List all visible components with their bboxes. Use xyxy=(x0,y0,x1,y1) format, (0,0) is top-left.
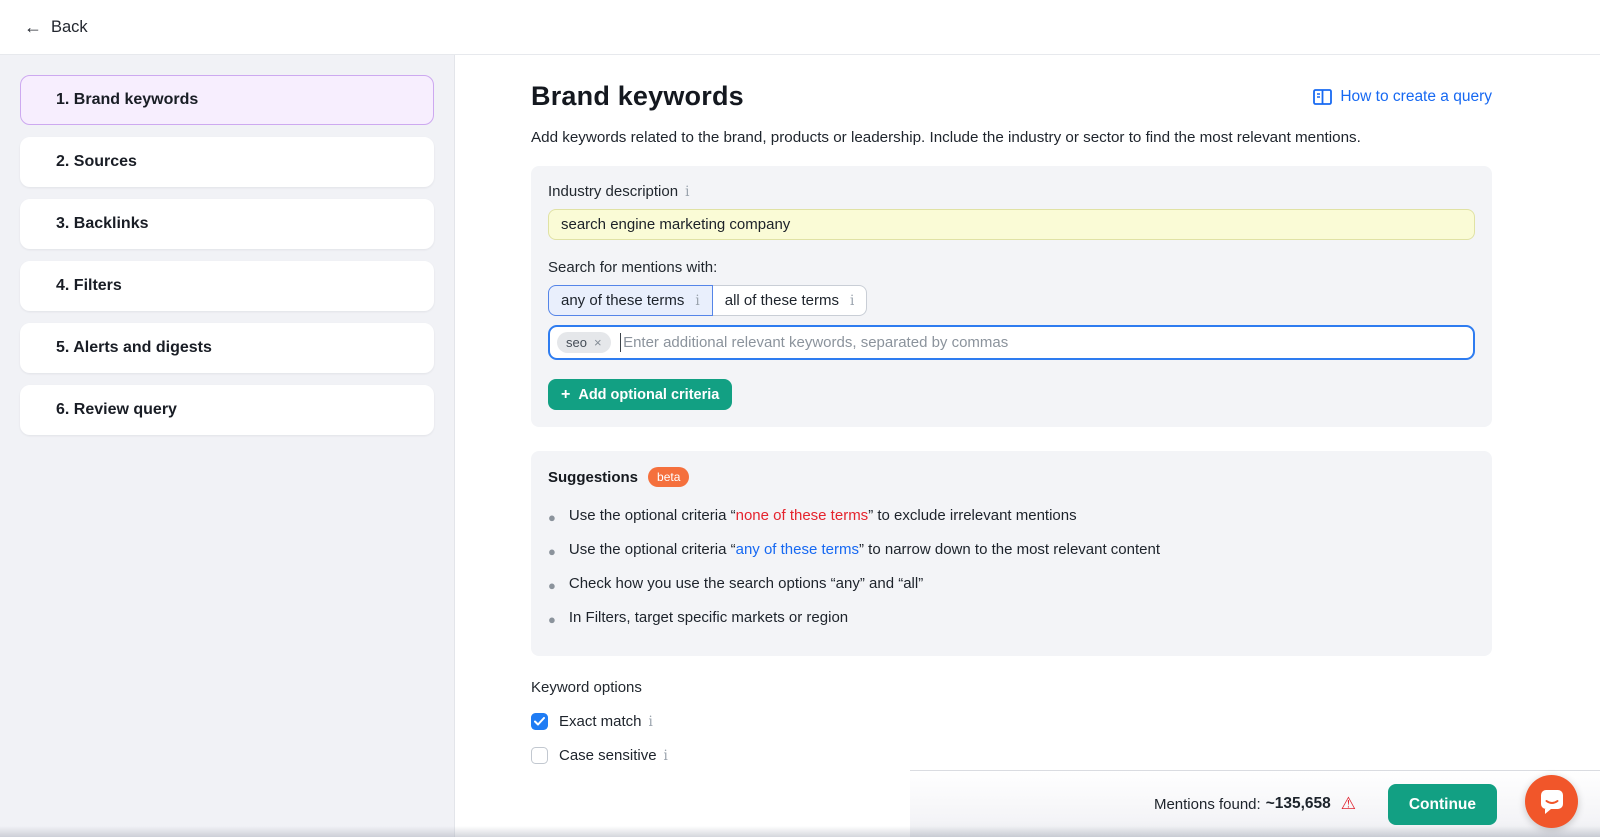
beta-badge: beta xyxy=(648,467,689,487)
main-panel: Brand keywords How to create a query Add… xyxy=(455,55,1600,837)
industry-description-value: search engine marketing company xyxy=(561,216,790,233)
checkmark-icon xyxy=(534,717,545,726)
case-sensitive-label: Case sensitive xyxy=(559,747,657,764)
topbar: ← Back xyxy=(0,0,1600,55)
toggle-all-of-these-terms[interactable]: all of these terms i xyxy=(713,285,868,316)
info-icon[interactable]: i xyxy=(695,293,699,309)
info-icon[interactable]: i xyxy=(664,748,668,764)
page-title: Brand keywords xyxy=(531,81,744,112)
sidebar-step-alerts-digests[interactable]: 5. Alerts and digests xyxy=(20,323,434,373)
mentions-label: Mentions found: xyxy=(1154,796,1261,813)
sidebar-step-filters[interactable]: 4. Filters xyxy=(20,261,434,311)
remove-tag-icon[interactable]: × xyxy=(594,335,602,350)
info-icon[interactable]: i xyxy=(649,714,653,730)
keyword-options-title: Keyword options xyxy=(531,679,1492,696)
back-arrow-icon: ← xyxy=(24,18,42,36)
sidebar-step-sources[interactable]: 2. Sources xyxy=(20,137,434,187)
back-button[interactable]: ← Back xyxy=(24,18,88,37)
suggestion-item: ● Use the optional criteria “none of the… xyxy=(548,500,1475,534)
help-link-label: How to create a query xyxy=(1340,88,1492,106)
industry-description-input[interactable]: search engine marketing company xyxy=(548,209,1475,240)
bullet-icon: ● xyxy=(548,541,556,562)
case-sensitive-checkbox-row[interactable]: Case sensitive i xyxy=(531,747,1492,764)
search-mentions-label: Search for mentions with: xyxy=(548,259,717,276)
wizard-footer: Mentions found: ~135,658 ⚠ Continue xyxy=(910,770,1600,837)
keywords-input[interactable]: seo × Enter additional relevant keywords… xyxy=(548,325,1475,360)
bullet-icon: ● xyxy=(548,609,556,630)
mentions-found-status: Mentions found: ~135,658 ⚠ xyxy=(1154,794,1356,814)
sidebar-step-brand-keywords[interactable]: 1. Brand keywords xyxy=(20,75,434,125)
book-icon xyxy=(1313,89,1332,105)
suggestion-item: ● Check how you use the search options “… xyxy=(548,568,1475,602)
keyword-tag-seo: seo × xyxy=(557,332,611,353)
industry-description-label: Industry description xyxy=(548,183,678,200)
step-label: 6. Review query xyxy=(56,401,177,419)
continue-button[interactable]: Continue xyxy=(1388,784,1497,825)
step-label: 3. Backlinks xyxy=(56,215,149,233)
chat-icon xyxy=(1539,789,1565,815)
add-optional-criteria-button[interactable]: + Add optional criteria xyxy=(548,379,732,410)
exact-match-label: Exact match xyxy=(559,713,642,730)
step-label: 5. Alerts and digests xyxy=(56,339,212,357)
sidebar-step-review-query[interactable]: 6. Review query xyxy=(20,385,434,435)
tag-label: seo xyxy=(566,335,587,350)
info-icon[interactable]: i xyxy=(685,184,689,200)
add-criteria-label: Add optional criteria xyxy=(578,387,719,403)
step-label: 4. Filters xyxy=(56,277,122,295)
info-icon[interactable]: i xyxy=(850,293,854,309)
suggestions-title: Suggestions xyxy=(548,469,638,486)
page-description: Add keywords related to the brand, produ… xyxy=(531,129,1492,146)
toggle-label: any of these terms xyxy=(561,292,684,309)
keywords-placeholder: Enter additional relevant keywords, sepa… xyxy=(623,334,1008,351)
plus-icon: + xyxy=(561,386,570,404)
exact-match-checkbox[interactable] xyxy=(531,713,548,730)
main-content: Brand keywords How to create a query Add… xyxy=(455,55,1600,770)
chat-widget-button[interactable] xyxy=(1525,775,1578,828)
sidebar-step-backlinks[interactable]: 3. Backlinks xyxy=(20,199,434,249)
mentions-count: ~135,658 xyxy=(1266,795,1331,813)
back-label: Back xyxy=(51,18,88,37)
bullet-icon: ● xyxy=(548,575,556,596)
keywords-form-panel: Industry description i search engine mar… xyxy=(531,166,1492,427)
step-label: 2. Sources xyxy=(56,153,137,171)
bullet-icon: ● xyxy=(548,507,556,528)
suggestion-item: ● In Filters, target specific markets or… xyxy=(548,602,1475,636)
how-to-create-query-link[interactable]: How to create a query xyxy=(1313,88,1492,106)
case-sensitive-checkbox[interactable] xyxy=(531,747,548,764)
step-label: 1. Brand keywords xyxy=(56,91,198,109)
warning-icon: ⚠ xyxy=(1341,794,1356,814)
suggestions-panel: Suggestions beta ● Use the optional crit… xyxy=(531,451,1492,656)
wizard-steps-sidebar: 1. Brand keywords 2. Sources 3. Backlink… xyxy=(0,55,455,837)
match-type-toggle: any of these terms i all of these terms … xyxy=(548,285,867,316)
toggle-label: all of these terms xyxy=(725,292,839,309)
text-cursor xyxy=(620,333,622,352)
suggestion-item: ● Use the optional criteria “any of thes… xyxy=(548,534,1475,568)
exact-match-checkbox-row[interactable]: Exact match i xyxy=(531,713,1492,730)
toggle-any-of-these-terms[interactable]: any of these terms i xyxy=(548,285,713,316)
